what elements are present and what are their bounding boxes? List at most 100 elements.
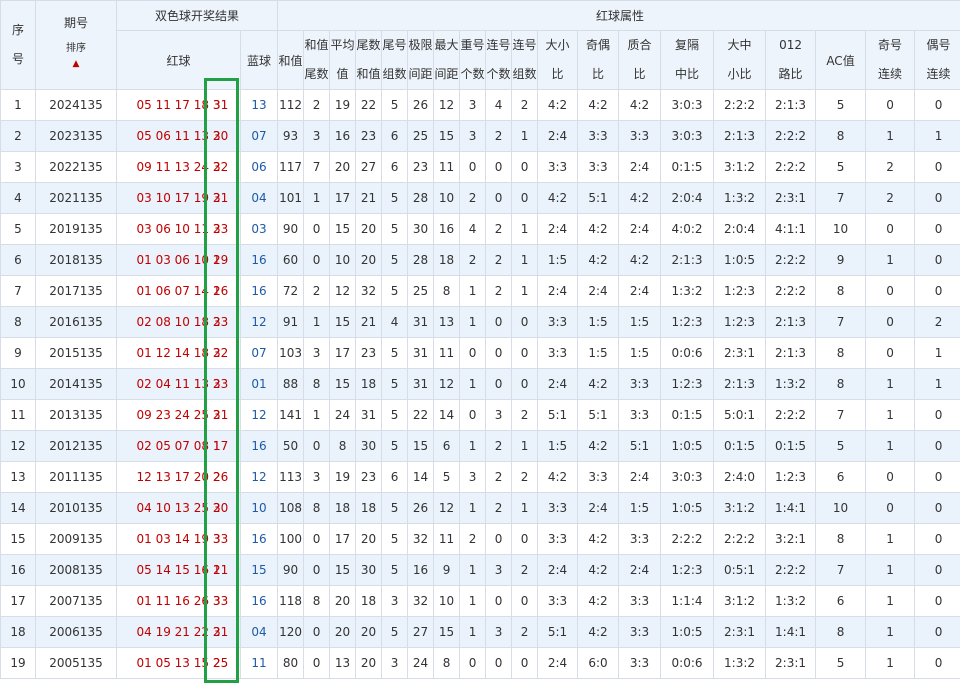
row-attr-cell: 1 [511,430,539,462]
period-header[interactable]: 期号 排序 ▲ [35,0,117,90]
red-balls-text: 09 23 24 25 2 [136,408,221,422]
blue-ball-number: 04 [251,191,267,205]
table-row: 18 2006135 04 19 21 22 2 31 04 120 0 20 20 5 27 15 1… [0,616,960,648]
row-attr-cell: 0:1:5 [660,399,715,431]
red-balls-text: 02 08 10 18 2 [136,315,221,329]
table-row: 11 2013135 09 23 24 25 2 31 12 141 1 24 31 5 22 14 0… [0,399,960,431]
row-attr-cell: 0 [914,399,960,431]
last-red-ball: 33 [213,532,229,546]
row-attr-cell: 1:4:1 [765,616,817,648]
row-attr-cell: 2 [485,120,513,152]
row-attr-cell: 4 [485,89,513,121]
row-attr-cell: 30 [355,430,383,462]
row-attr-cell: 2:3:1 [765,182,817,214]
row-seq: 9 [0,337,36,369]
row-attr-cell: 2 [459,244,487,276]
row-attr-cell: 0 [914,461,960,493]
row-attr-cell: 15 [433,616,461,648]
period-header-label: 期号 [63,16,88,30]
row-attr-cell: 4:2 [577,244,620,276]
row-attr-cell: 20 [355,523,383,555]
row-attr-cell: 2:2:2 [713,523,767,555]
red-balls-text: 05 11 17 18 3 [136,98,221,112]
row-attr-cell: 12 [329,275,357,307]
row-attr-cell: 5:1 [618,430,662,462]
row-attr-cell: 0 [511,306,539,338]
col-header-tail-groups: 尾号 组数 [381,30,409,90]
row-attr-cell: 4:2 [618,182,662,214]
last-red-ball: 32 [213,346,229,360]
row-blue-ball: 12 [239,461,279,493]
row-attr-cell: 2:4 [618,213,662,245]
row-attr-cell: 1:2:3 [660,554,715,586]
row-attr-cell: 0 [865,492,916,524]
row-attr-cell: 5 [381,492,409,524]
row-red-balls: 04 19 21 22 2 31 [116,616,241,648]
row-attr-cell: 15 [329,213,357,245]
row-seq: 12 [0,430,36,462]
row-attr-cell: 1 [511,244,539,276]
table-row: 13 2011135 12 13 17 20 2 26 12 113 3 19 23 6 14 5 3 2… [0,461,960,493]
row-blue-ball: 03 [239,213,279,245]
red-balls-text: 05 06 11 13 2 [136,129,221,143]
sort-up-arrow-icon[interactable]: ▲ [73,60,80,69]
row-attr-cell: 10 [433,585,461,617]
last-red-ball: 33 [213,377,229,391]
row-attr-cell: 5 [815,647,867,679]
row-attr-cell: 1 [865,647,916,679]
row-attr-cell: 4:2 [577,368,620,400]
col-header-repeat-count: 重号 个数 [459,30,487,90]
row-attr-cell: 1 [865,399,916,431]
col-header-odd-even-ratio: 奇偶比 [577,30,620,90]
sort-link[interactable]: 排序 [37,43,116,55]
row-attr-cell: 5:1 [577,399,620,431]
blue-ball-number: 16 [251,253,267,267]
col-header-prime-composite-ratio: 质合比 [618,30,662,90]
row-red-balls: 01 03 06 10 1 29 [116,244,241,276]
row-attr-cell: 8 [303,368,331,400]
row-period: 2021135 [35,182,117,214]
row-attr-cell: 1:5 [537,430,579,462]
row-attr-cell: 60 [277,244,305,276]
row-attr-cell: 0 [914,182,960,214]
row-attr-cell: 1 [865,368,916,400]
draw-result-header: 双色球开奖结果 [115,0,279,31]
row-attr-cell: 0 [303,213,331,245]
row-attr-cell: 3:3 [577,461,620,493]
row-attr-cell: 18 [355,492,383,524]
row-attr-cell: 2:4 [537,120,579,152]
table-row: 1 2024135 05 11 17 18 3 31 13 112 2 19 22 5 26 12 3 4… [0,89,960,121]
row-attr-cell: 2 [485,492,513,524]
row-attr-cell: 8 [433,647,461,679]
row-attr-cell: 31 [407,306,435,338]
row-attr-cell: 7 [815,554,867,586]
row-blue-ball: 04 [239,616,279,648]
row-attr-cell: 0 [459,647,487,679]
row-red-balls: 05 11 17 18 3 31 [116,89,241,121]
col-header-big-mid-small-ratio: 大中 小比 [713,30,767,90]
row-attr-cell: 18 [433,244,461,276]
row-attr-cell: 100 [277,523,305,555]
row-attr-cell: 25 [407,275,435,307]
row-attr-cell: 0 [865,306,916,338]
row-red-balls: 02 08 10 18 2 33 [116,306,241,338]
row-attr-cell: 0 [459,399,487,431]
row-attr-cell: 2:4 [618,275,662,307]
row-attr-cell: 0 [914,430,960,462]
row-attr-cell: 2:2:2 [765,244,817,276]
row-attr-cell: 0 [914,585,960,617]
row-attr-cell: 0 [511,647,539,679]
col-header-consecutive-groups: 连号 组数 [511,30,539,90]
row-attr-cell: 1 [865,430,916,462]
row-attr-cell: 108 [277,492,305,524]
row-attr-cell: 0 [865,89,916,121]
row-attr-cell: 5 [815,430,867,462]
row-attr-cell: 32 [407,585,435,617]
row-attr-cell: 10 [815,492,867,524]
blue-ball-number: 16 [251,532,267,546]
row-attr-cell: 2:2:2 [765,120,817,152]
row-attr-cell: 3 [381,585,409,617]
row-seq: 19 [0,647,36,679]
row-attr-cell: 0:1:5 [660,151,715,183]
row-attr-cell: 26 [407,89,435,121]
